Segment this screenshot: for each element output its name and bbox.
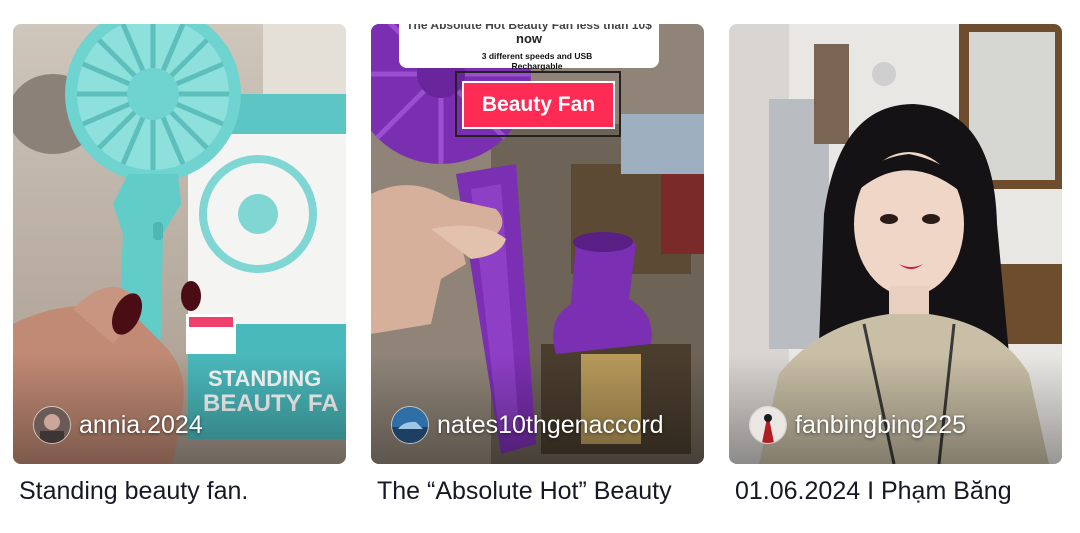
avatar[interactable] (749, 406, 787, 444)
avatar[interactable] (391, 406, 429, 444)
author-name[interactable]: fanbingbing225 (795, 411, 966, 440)
video-card: STANDING BEAUTY FA annia.2024 Standing b… (13, 24, 346, 506)
video-thumbnail[interactable]: STANDING BEAUTY FA annia.2024 (13, 24, 346, 464)
author-link[interactable]: nates10thgenaccord (391, 406, 664, 444)
box-text-line2: BEAUTY FA (203, 390, 339, 417)
author-link[interactable]: annia.2024 (33, 406, 203, 444)
video-caption[interactable]: Standing beauty fan. (13, 477, 352, 506)
video-card: The Absolute Hot Beauty Fan less than 10… (371, 24, 704, 506)
video-thumbnail[interactable]: The Absolute Hot Beauty Fan less than 10… (371, 24, 704, 464)
thumbnail-image: STANDING BEAUTY FA (13, 24, 346, 464)
avatar[interactable] (33, 406, 71, 444)
video-caption[interactable]: The “Absolute Hot” Beauty (371, 477, 710, 506)
video-card: fanbingbing225 01.06.2024 I Phạm Băng (729, 24, 1062, 506)
video-caption[interactable]: 01.06.2024 I Phạm Băng (729, 477, 1068, 506)
author-name[interactable]: nates10thgenaccord (437, 411, 664, 440)
thumbnail-image (729, 24, 1062, 464)
headline-text-line2: now (516, 31, 542, 46)
beauty-fan-tag: Beauty Fan (462, 81, 615, 129)
box-text-line1: STANDING (208, 366, 321, 391)
subline-text: 3 different speeds and USB Rechargable (481, 51, 593, 71)
video-grid: STANDING BEAUTY FA annia.2024 Standing b… (0, 0, 1080, 533)
author-name[interactable]: annia.2024 (79, 411, 203, 440)
video-thumbnail[interactable]: fanbingbing225 (729, 24, 1062, 464)
author-link[interactable]: fanbingbing225 (749, 406, 966, 444)
